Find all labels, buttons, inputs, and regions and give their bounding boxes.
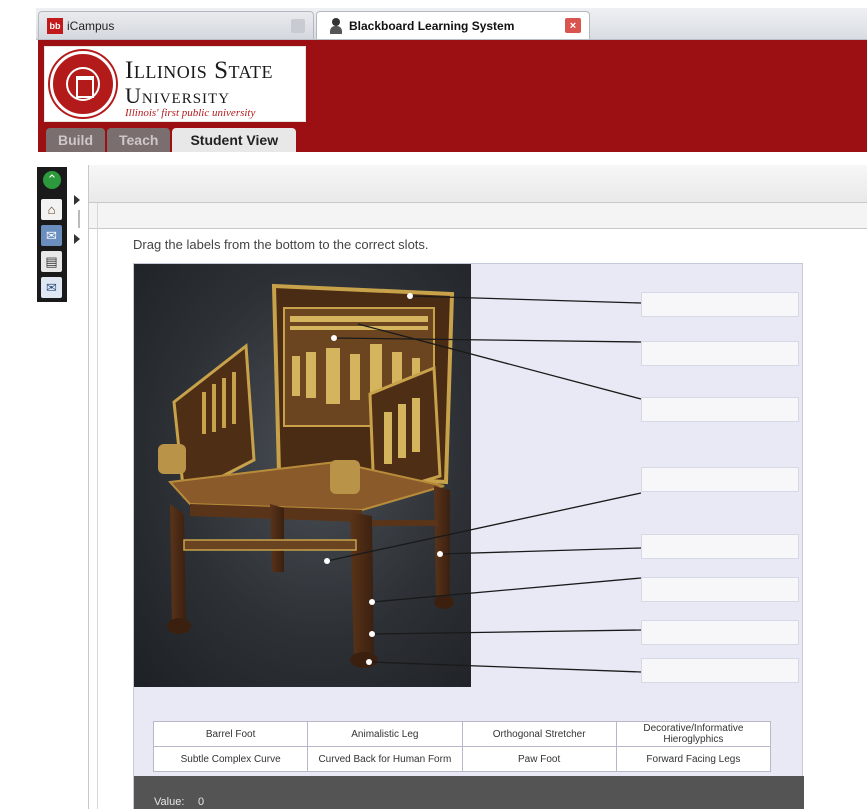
header-banner: Illinois State University Illinois' firs… <box>38 40 867 152</box>
divider <box>97 203 98 809</box>
tab-build[interactable]: Build <box>46 128 105 152</box>
university-seal-icon <box>50 51 116 117</box>
tab-label: Blackboard Learning System <box>349 18 515 33</box>
draggable-label[interactable]: Subtle Complex Curve <box>152 746 309 772</box>
drop-slot[interactable] <box>641 658 799 683</box>
draggable-label[interactable]: Animalistic Leg <box>307 721 463 747</box>
tab-icampus[interactable]: bb iCampus <box>38 11 314 39</box>
status-label: Value: <box>154 796 185 808</box>
status-bar: Value: 0 <box>134 776 804 809</box>
expand-arrow-icon[interactable] <box>74 195 80 205</box>
tab-close-icon[interactable] <box>291 19 305 33</box>
home-icon[interactable]: ⌂ <box>41 199 62 220</box>
divider <box>88 165 89 809</box>
blackboard-favicon-icon: bb <box>47 17 63 34</box>
draggable-label[interactable]: Forward Facing Legs <box>615 746 772 772</box>
splitter-handle[interactable] <box>78 210 80 228</box>
content-subbar <box>89 203 867 229</box>
document-icon[interactable]: ▤ <box>41 251 62 272</box>
tab-label: iCampus <box>67 18 115 33</box>
person-favicon-icon <box>329 17 343 34</box>
label-bank: Barrel Foot Animalistic Leg Orthogonal S… <box>152 721 772 772</box>
score-value: 0 <box>198 796 205 808</box>
browser-tab-bar: bb iCampus Blackboard Learning System × <box>36 8 867 40</box>
draggable-label[interactable]: Barrel Foot <box>152 721 309 747</box>
drop-slot[interactable] <box>641 341 799 366</box>
tab-student-view[interactable]: Student View <box>172 128 297 152</box>
drop-slot[interactable] <box>641 577 799 602</box>
instructions-text: Drag the labels from the bottom to the c… <box>133 237 429 252</box>
drop-slot[interactable] <box>641 467 799 492</box>
message-icon[interactable]: ✉ <box>41 225 62 246</box>
content-toolbar <box>89 165 867 203</box>
expand-arrow-icon[interactable] <box>74 234 80 244</box>
chair-image <box>134 264 471 687</box>
university-tagline: Illinois' first public university <box>125 107 256 119</box>
draggable-label[interactable]: Curved Back for Human Form <box>307 746 463 772</box>
drag-drop-activity: Barrel Foot Animalistic Leg Orthogonal S… <box>133 263 804 809</box>
mail-icon[interactable]: ✉ <box>41 277 62 298</box>
university-logo[interactable]: Illinois State University Illinois' firs… <box>44 46 306 122</box>
tool-column: ⌃ ⌂ ✉ ▤ ✉ <box>37 167 67 302</box>
drop-slot[interactable] <box>641 534 799 559</box>
mode-tabs: Build Teach Student View <box>46 128 297 152</box>
draggable-label[interactable]: Paw Foot <box>461 746 617 772</box>
university-name-line2: University <box>125 83 231 108</box>
drop-slot[interactable] <box>641 620 799 645</box>
draggable-label[interactable]: Orthogonal Stretcher <box>461 721 617 747</box>
drop-slot[interactable] <box>641 292 799 317</box>
up-arrow-icon[interactable]: ⌃ <box>43 171 61 189</box>
close-icon[interactable]: × <box>565 18 581 33</box>
university-name: Illinois State <box>125 57 274 84</box>
drop-slot[interactable] <box>641 397 799 422</box>
draggable-label[interactable]: Decorative/Informative Hieroglyphics <box>615 721 772 747</box>
tab-teach[interactable]: Teach <box>107 128 171 152</box>
chair-illustration <box>158 283 455 668</box>
tab-blackboard[interactable]: Blackboard Learning System × <box>316 11 590 39</box>
